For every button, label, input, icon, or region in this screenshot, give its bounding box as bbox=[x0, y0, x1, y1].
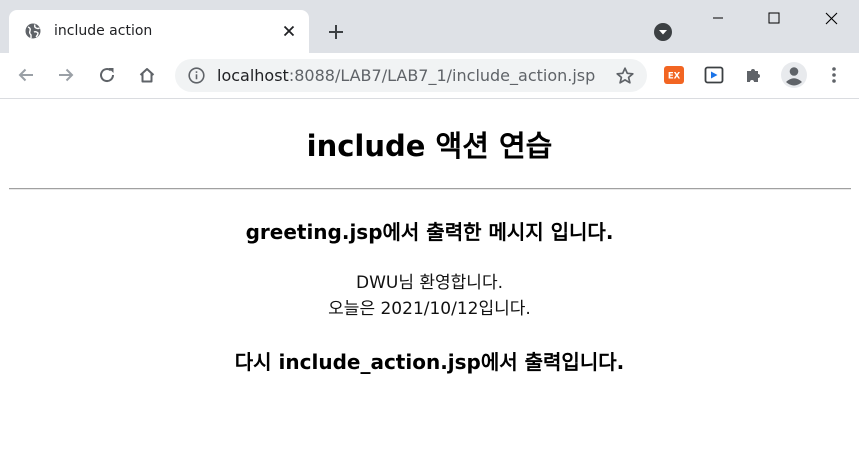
media-extension-icon[interactable] bbox=[704, 65, 724, 85]
ex-extension-label: EX bbox=[668, 72, 681, 82]
profile-avatar-icon[interactable] bbox=[780, 61, 808, 89]
url-path: :8088/LAB7/LAB7_1/include_action.jsp bbox=[288, 66, 596, 85]
close-window-icon[interactable] bbox=[803, 0, 859, 36]
bookmark-star-icon[interactable] bbox=[615, 66, 635, 86]
back-arrow-icon[interactable] bbox=[14, 63, 38, 87]
new-tab-plus-icon[interactable] bbox=[324, 20, 348, 44]
browser-toolbar: localhost:8088/LAB7/LAB7_1/include_actio… bbox=[0, 53, 859, 99]
tab-search-icon[interactable] bbox=[653, 22, 673, 42]
browser-tab[interactable]: include action bbox=[9, 10, 309, 53]
ex-extension-icon[interactable]: EX bbox=[664, 65, 684, 85]
welcome-text: DWU님 환영합니다. bbox=[356, 273, 503, 293]
tab-strip: include action bbox=[0, 0, 859, 53]
page-content: include 액션 연습 greeting.jsp에서 출력한 메시지 입니다… bbox=[0, 99, 859, 468]
home-icon[interactable] bbox=[135, 63, 159, 87]
close-tab-icon[interactable] bbox=[279, 21, 299, 41]
globe-icon bbox=[25, 23, 41, 39]
page-heading: include 액션 연습 bbox=[306, 129, 553, 163]
tab-title: include action bbox=[54, 23, 153, 39]
horizontal-rule bbox=[9, 188, 851, 190]
address-bar[interactable]: localhost:8088/LAB7/LAB7_1/include_actio… bbox=[175, 59, 647, 92]
reload-icon[interactable] bbox=[95, 63, 119, 87]
minimize-window-icon[interactable] bbox=[690, 0, 746, 36]
browser-menu-icon[interactable] bbox=[824, 65, 844, 85]
forward-arrow-icon[interactable] bbox=[54, 63, 78, 87]
maximize-window-icon[interactable] bbox=[746, 0, 802, 36]
site-info-icon[interactable] bbox=[188, 67, 205, 84]
address-url[interactable]: localhost:8088/LAB7/LAB7_1/include_actio… bbox=[217, 66, 595, 86]
footer-heading: 다시 include_action.jsp에서 출력입니다. bbox=[234, 350, 625, 374]
puzzle-extensions-icon[interactable] bbox=[744, 65, 764, 85]
url-host: localhost bbox=[217, 66, 289, 85]
date-text: 오늘은 2021/10/12입니다. bbox=[328, 299, 531, 319]
greeting-heading: greeting.jsp에서 출력한 메시지 입니다. bbox=[245, 220, 614, 244]
